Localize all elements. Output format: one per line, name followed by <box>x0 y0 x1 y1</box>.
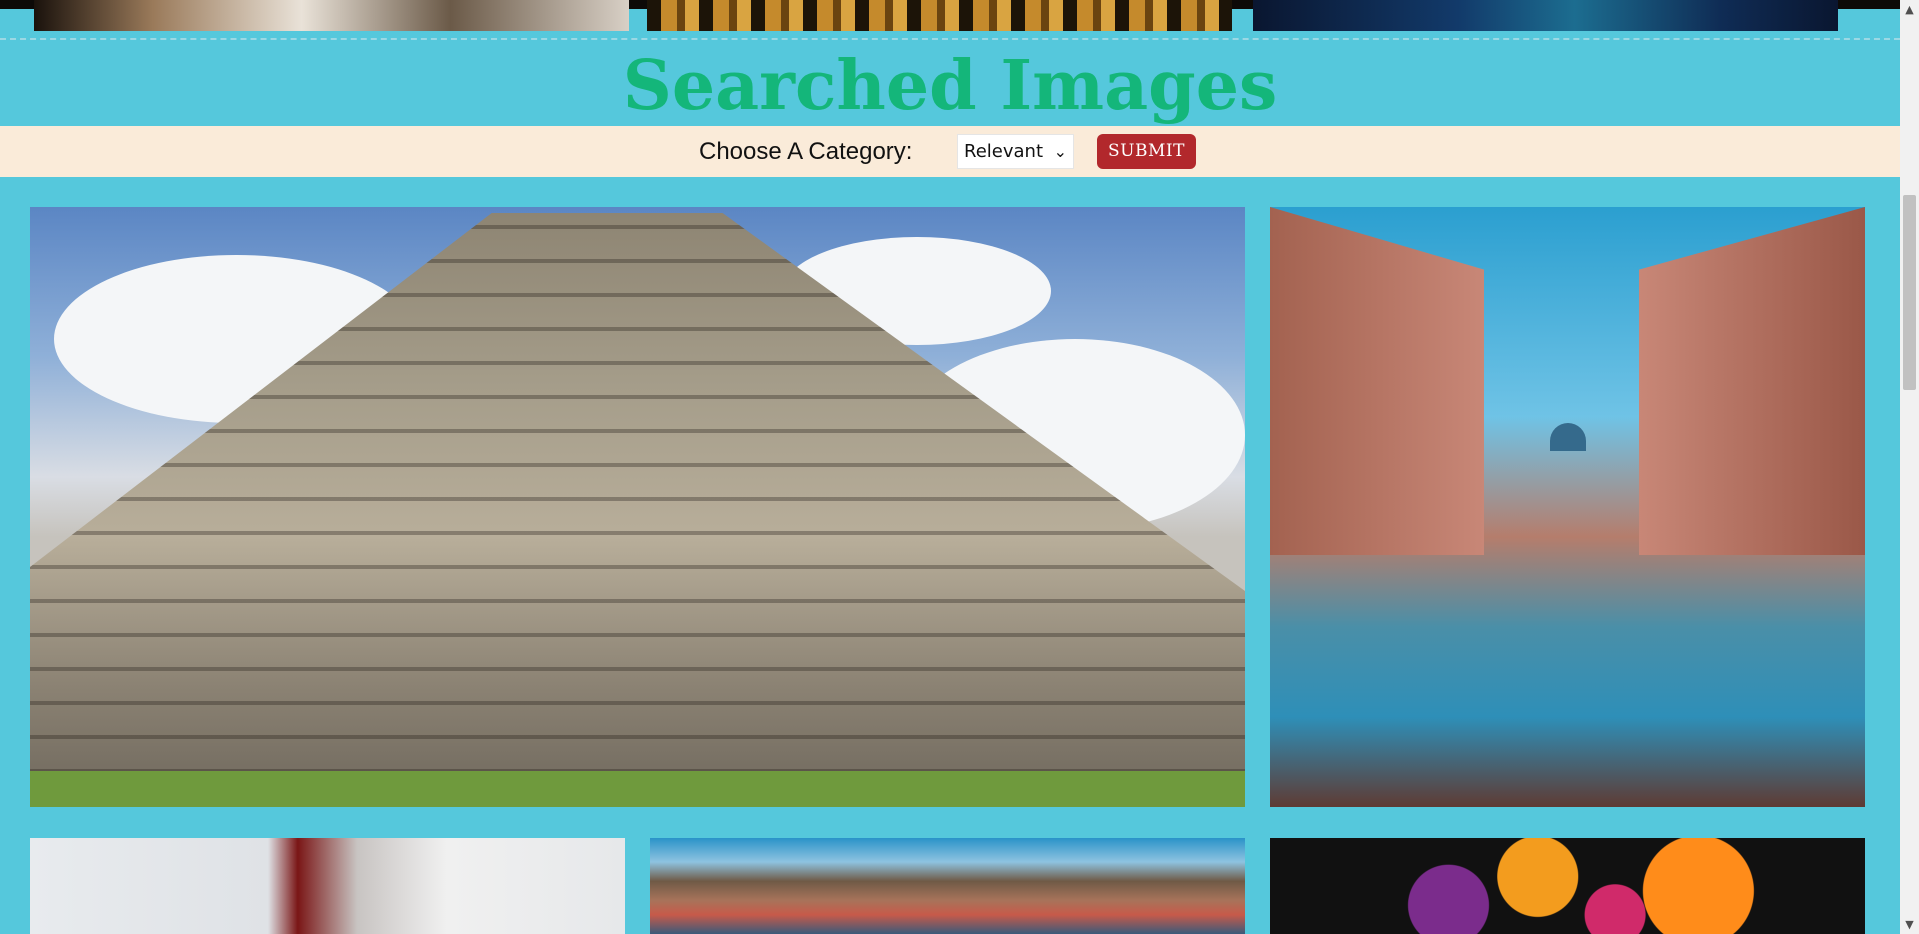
gallery-image[interactable] <box>1253 0 1838 31</box>
gallery-image[interactable] <box>34 0 629 31</box>
category-bar: Choose A Category: <box>0 126 1900 177</box>
gallery-image-pyramid[interactable] <box>30 207 1245 807</box>
gallery-image-flowers[interactable] <box>1270 838 1865 934</box>
cathedral-dome <box>1549 423 1586 451</box>
category-select[interactable]: Relevant ⌄ <box>957 134 1074 169</box>
previous-gallery-row <box>0 0 1900 38</box>
section-divider <box>0 38 1900 40</box>
scrollbar[interactable]: ▲ ▼ <box>1900 0 1919 934</box>
page-title: Searched Images <box>622 46 1278 126</box>
category-select-value: Relevant <box>964 141 1043 162</box>
grass <box>30 771 1245 807</box>
scroll-down-arrow-icon[interactable]: ▼ <box>1900 915 1919 934</box>
chevron-down-icon: ⌄ <box>1053 142 1067 161</box>
building-left <box>1270 207 1485 555</box>
gallery-image-fabric[interactable] <box>30 838 625 934</box>
gallery-image[interactable] <box>647 0 1232 31</box>
category-label: Choose A Category: <box>699 138 913 165</box>
scrollbar-thumb[interactable] <box>1903 195 1916 390</box>
submit-button[interactable]: SUBMIT <box>1097 134 1196 169</box>
building-right <box>1638 207 1865 555</box>
gallery-image-street[interactable] <box>1270 207 1865 807</box>
scroll-up-arrow-icon[interactable]: ▲ <box>1900 0 1919 19</box>
gallery-image-hillside[interactable] <box>650 838 1245 934</box>
